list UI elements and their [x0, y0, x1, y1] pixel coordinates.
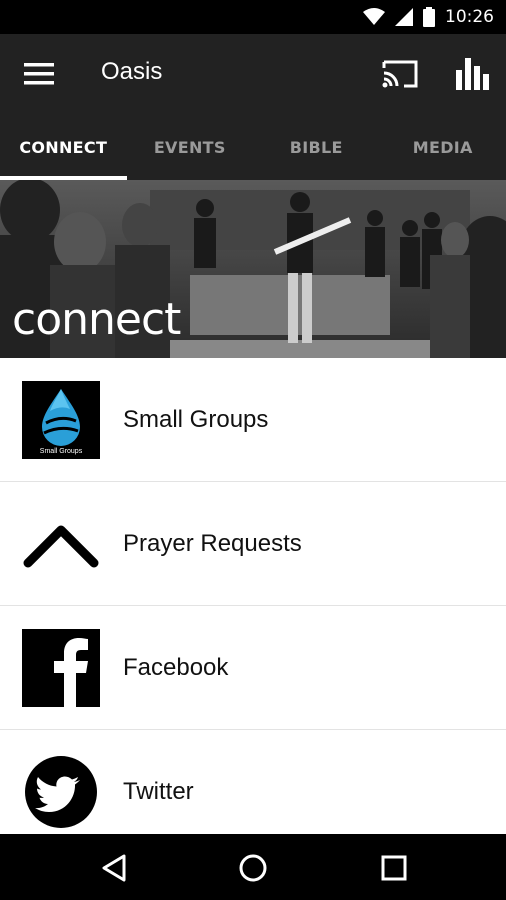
list-item-label: Small Groups	[123, 405, 269, 433]
menu-icon[interactable]	[22, 60, 56, 88]
list-item-label: Facebook	[123, 653, 229, 681]
app-title: Oasis	[101, 58, 163, 85]
hero-title: connect	[12, 294, 181, 345]
app-bar: Oasis	[0, 34, 506, 114]
cell-signal-icon	[395, 8, 413, 26]
bar-chart-icon[interactable]	[452, 54, 492, 94]
tab-bible[interactable]: BIBLE	[253, 114, 380, 180]
twitter-icon	[22, 753, 100, 831]
status-bar: 10:26	[0, 0, 506, 34]
home-icon[interactable]	[235, 850, 271, 886]
back-icon[interactable]	[96, 850, 132, 886]
list-item-small-groups[interactable]: Small Groups Small Groups	[0, 358, 506, 482]
tab-media[interactable]: MEDIA	[380, 114, 506, 180]
list-item-prayer-requests[interactable]: Prayer Requests	[0, 482, 506, 606]
tab-connect[interactable]: CONNECT	[0, 114, 127, 180]
cast-icon[interactable]	[380, 56, 420, 92]
connect-list: Small Groups Small Groups Prayer Request…	[0, 358, 506, 854]
chevron-up-icon	[22, 505, 100, 583]
list-item-label: Prayer Requests	[123, 529, 302, 557]
svg-text:Small Groups: Small Groups	[40, 448, 83, 455]
system-nav-bar	[0, 834, 506, 900]
water-drop-icon: Small Groups	[22, 381, 100, 459]
recents-icon[interactable]	[376, 850, 412, 886]
wifi-icon	[363, 8, 385, 25]
status-time: 10:26	[445, 7, 494, 27]
battery-icon	[423, 7, 435, 27]
hero-banner: connect	[0, 180, 506, 358]
tab-events[interactable]: EVENTS	[127, 114, 254, 180]
facebook-icon	[22, 629, 100, 707]
tab-bar: CONNECT EVENTS BIBLE MEDIA	[0, 114, 506, 180]
list-item-facebook[interactable]: Facebook	[0, 606, 506, 730]
